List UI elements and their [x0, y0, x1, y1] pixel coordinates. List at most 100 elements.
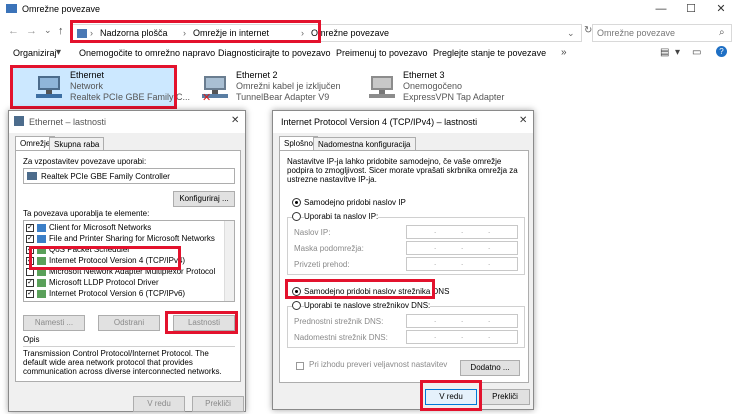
connection-ethernet-2[interactable]: ✕ Ethernet 2 Omrežni kabel je izključen …	[178, 66, 341, 106]
organize-dropdown-icon: ▾	[56, 47, 62, 58]
back-arrow-icon[interactable]: ←	[8, 25, 19, 37]
auto-ip-radio[interactable]	[292, 198, 301, 207]
checkbox[interactable]: ✓	[26, 245, 34, 254]
tab-sharing[interactable]: Skupna raba	[49, 137, 105, 151]
auto-ip-label: Samodejno pridobi naslov IP	[304, 198, 406, 207]
list-item[interactable]: ✓ Internet Protocol Version 4 (TCP/IPv4)	[26, 256, 185, 267]
help-icon[interactable]: ?	[716, 46, 727, 57]
view-options-icon[interactable]: ▤	[660, 47, 669, 58]
cancel-button[interactable]: Prekliči	[192, 396, 244, 412]
default-gateway-field[interactable]: ...	[406, 257, 518, 271]
checkbox[interactable]: ✓	[26, 223, 34, 232]
list-item[interactable]: ✓ Client for Microsoft Networks	[26, 223, 151, 234]
close-button[interactable]: ✕	[706, 0, 736, 18]
items-label: Ta povezava uporablja te elemente:	[23, 209, 150, 218]
dialog-title-bar: Ethernet – lastnosti ✕	[9, 111, 245, 133]
client-icon	[37, 234, 46, 243]
breadcrumb-separator-icon: ›	[90, 28, 93, 38]
explorer-title-bar: Omrežne povezave — ☐ ✕	[0, 0, 736, 18]
checkbox[interactable]: ✓	[26, 278, 34, 287]
preferred-dns-field[interactable]: ...	[406, 314, 518, 328]
subnet-mask-label: Maska podomrežja:	[294, 244, 364, 253]
window-title: Omrežne povezave	[22, 4, 101, 14]
protocol-icon	[37, 289, 46, 298]
breadcrumb-control-panel[interactable]: Nadzorna plošča	[100, 28, 168, 38]
description-text: Transmission Control Protocol/Internet P…	[23, 346, 235, 380]
validate-checkbox[interactable]	[296, 361, 304, 370]
alternate-dns-field[interactable]: ...	[406, 330, 518, 344]
checkbox[interactable]: ✓	[26, 289, 34, 298]
ipv4-properties-dialog: Internet Protocol Version 4 (TCP/IPv4) –…	[272, 110, 534, 410]
network-tab-panel: Za vzpostavitev povezave uporabi: Realte…	[15, 150, 241, 382]
checkbox[interactable]: ✓	[26, 234, 34, 243]
network-card-icon	[27, 172, 37, 180]
subnet-mask-field[interactable]: ...	[406, 241, 518, 255]
breadcrumb-network-connections[interactable]: Omrežne povezave	[311, 28, 389, 38]
breadcrumb-separator-icon: ›	[183, 28, 186, 38]
connect-using-label: Za vzpostavitev povezave uporabi:	[23, 157, 147, 166]
list-item[interactable]: Microsoft Network Adapter Multiplexor Pr…	[26, 267, 215, 278]
ok-button[interactable]: V redu	[133, 396, 185, 412]
tab-alternate-config[interactable]: Nadomestna konfiguracija	[313, 137, 416, 151]
recent-dropdown-icon[interactable]: ⌄	[44, 25, 52, 36]
list-item[interactable]: ✓ QoS Packet Scheduler	[26, 245, 130, 256]
rename-button[interactable]: Preimenuj to povezavo	[336, 48, 428, 58]
minimize-button[interactable]: —	[646, 0, 676, 18]
auto-dns-label: Samodejno pridobi naslov strežnika DNS	[304, 287, 450, 296]
manual-ip-radio[interactable]	[292, 212, 301, 221]
default-gateway-label: Privzeti prehod:	[294, 260, 350, 269]
more-options-icon[interactable]: »	[561, 47, 567, 58]
view-status-button[interactable]: Preglejte stanje te povezave	[433, 48, 546, 58]
list-item[interactable]: ✓ Internet Protocol Version 6 (TCP/IPv6)	[26, 289, 185, 300]
ip-address-field[interactable]: ...	[406, 225, 518, 239]
validate-label: Pri izhodu preveri veljavnost nastavitev	[309, 360, 448, 369]
uninstall-button[interactable]: Odstrani	[98, 315, 160, 331]
search-input[interactable]: Omrežne povezave ⌕	[592, 24, 732, 42]
auto-dns-radio[interactable]	[292, 287, 301, 296]
ethernet-properties-dialog: Ethernet – lastnosti ✕ Omrežje Skupna ra…	[8, 110, 246, 412]
advanced-button[interactable]: Dodatno ...	[460, 360, 520, 376]
connection-ethernet[interactable]: Ethernet Network Realtek PCIe GBE Family…	[12, 66, 190, 106]
organize-menu[interactable]: Organiziraj	[13, 48, 57, 58]
close-icon[interactable]: ✕	[519, 115, 527, 126]
protocol-icon	[37, 256, 46, 265]
manual-dns-radio[interactable]	[292, 301, 301, 310]
list-item[interactable]: ✓ File and Printer Sharing for Microsoft …	[26, 234, 215, 245]
window-app-icon	[6, 4, 17, 13]
list-scrollbar[interactable]	[224, 221, 234, 301]
close-icon[interactable]: ✕	[231, 115, 239, 126]
diagnose-button[interactable]: Diagnosticirajte to povezavo	[218, 48, 331, 58]
properties-button[interactable]: Lastnosti	[173, 315, 235, 331]
address-bar[interactable]: › Nadzorna plošča › Omrežje in internet …	[72, 24, 582, 42]
forward-arrow-icon[interactable]: →	[26, 25, 37, 37]
address-row: ← → ⌄ ↑ › Nadzorna plošča › Omrežje in i…	[0, 22, 736, 44]
connection-status: Onemogočeno	[403, 81, 463, 91]
up-arrow-icon[interactable]: ↑	[58, 25, 64, 37]
control-panel-icon	[77, 29, 87, 38]
connection-adapter: ExpressVPN Tap Adapter	[403, 92, 505, 102]
connection-name: Ethernet 3	[403, 70, 445, 80]
view-dropdown-icon[interactable]: ▾	[675, 47, 680, 58]
intro-text: Nastavitve IP-ja lahko pridobite samodej…	[287, 157, 518, 184]
preview-pane-icon[interactable]: ▭	[692, 47, 701, 58]
list-item[interactable]: ✓ Microsoft LLDP Protocol Driver	[26, 278, 159, 289]
adapter-box: Realtek PCIe GBE Family Controller	[23, 168, 235, 184]
components-list[interactable]: ✓ Client for Microsoft Networks ✓ File and…	[23, 220, 235, 302]
dialog-title: Ethernet – lastnosti	[29, 117, 107, 127]
dialog-title: Internet Protocol Version 4 (TCP/IPv4) –…	[281, 117, 478, 127]
connection-name: Ethernet	[70, 70, 105, 80]
connection-ethernet-3[interactable]: Ethernet 3 Onemogočeno ExpressVPN Tap Ad…	[345, 66, 515, 106]
configure-button[interactable]: Konfiguriraj ...	[173, 191, 235, 207]
install-button[interactable]: Namesti ...	[23, 315, 85, 331]
ok-button[interactable]: V redu	[425, 389, 477, 405]
checkbox[interactable]	[26, 267, 34, 276]
network-adapter-disabled-icon	[369, 76, 395, 98]
maximize-button[interactable]: ☐	[676, 0, 706, 18]
command-bar: Organiziraj ▾ Onemogočite to omrežno nap…	[0, 44, 736, 62]
cancel-button[interactable]: Prekliči	[480, 389, 530, 405]
checkbox[interactable]: ✓	[26, 256, 34, 265]
disable-device-button[interactable]: Onemogočite to omrežno napravo	[79, 48, 215, 58]
breadcrumb-network-internet[interactable]: Omrežje in internet	[193, 28, 269, 38]
address-dropdown-icon[interactable]: ⌄	[567, 28, 575, 39]
connection-adapter: Realtek PCIe GBE Family C...	[70, 92, 191, 102]
